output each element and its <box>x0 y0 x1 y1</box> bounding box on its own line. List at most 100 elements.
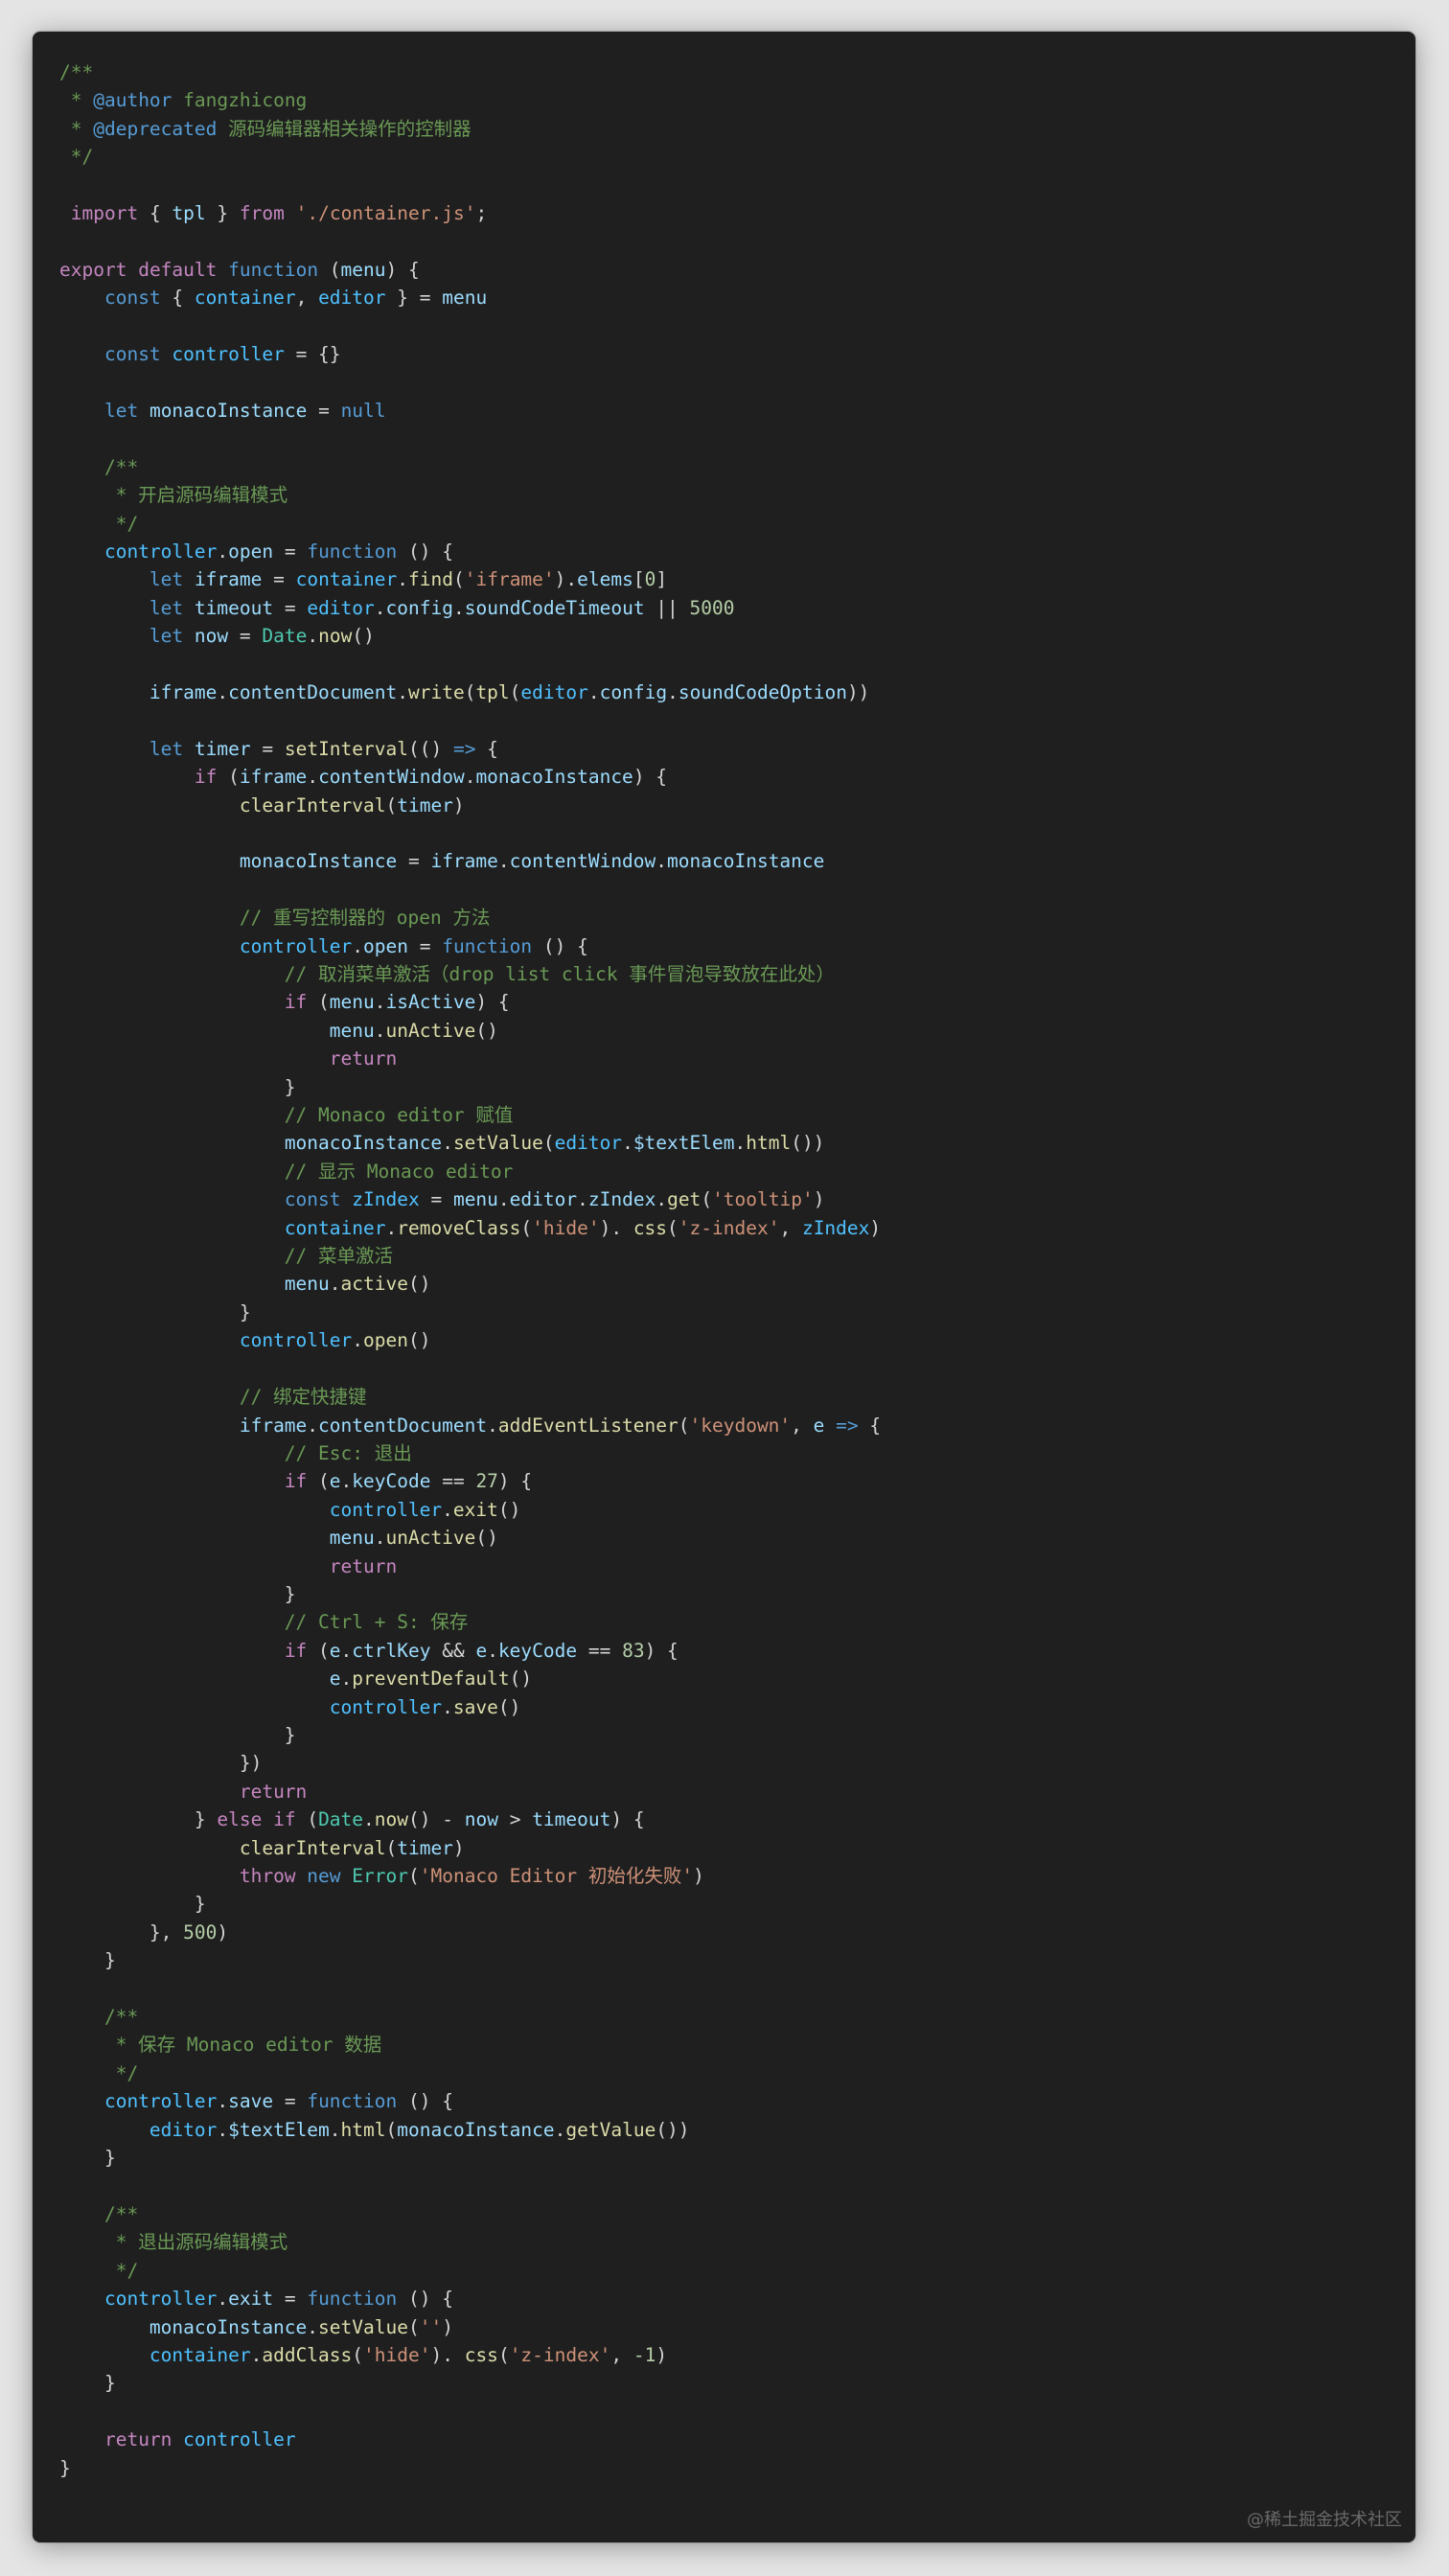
punctuation-token <box>59 625 150 647</box>
variable-token: timer <box>194 737 251 760</box>
punctuation-token: = <box>262 568 296 591</box>
comment-token: * <box>59 89 94 112</box>
comment-token: */ <box>59 146 94 169</box>
comment-token: /** <box>59 455 139 478</box>
comment-token: // Monaco editor 赋值 <box>59 1104 514 1127</box>
constant-token: zIndex <box>352 1188 420 1211</box>
punctuation-token <box>172 2428 183 2450</box>
punctuation-token: ) <box>869 1216 882 1239</box>
punctuation-token <box>59 1414 240 1437</box>
constant-token: controller <box>329 1498 443 1521</box>
variable-token: timer <box>397 794 453 816</box>
code-block[interactable]: /** * @author fangzhicong * @deprecated … <box>59 58 1389 2482</box>
punctuation-token <box>59 597 150 619</box>
code-line: /** <box>59 453 1389 481</box>
punctuation-token: ) <box>452 794 465 816</box>
punctuation-token <box>59 766 195 788</box>
punctuation-token: ) <box>813 1188 825 1211</box>
doc-tag-token: @deprecated <box>93 117 218 140</box>
code-line: } <box>59 1073 1389 1101</box>
punctuation-token: = <box>397 850 431 873</box>
punctuation-token: > <box>497 1808 533 1831</box>
code-line: controller.save() <box>59 1693 1389 1721</box>
punctuation-token: . <box>307 625 319 648</box>
storage-keyword-token: let <box>149 625 184 648</box>
variable-token: now <box>194 625 229 648</box>
comment-token: * 开启源码编辑模式 <box>59 484 288 507</box>
code-line: menu.active() <box>59 1270 1389 1298</box>
keyword-token: export <box>59 258 127 281</box>
function-token: addClass <box>262 2343 353 2366</box>
number-token: 500 <box>183 1920 218 1944</box>
punctuation-token <box>59 1837 240 1859</box>
variable-token: iframe <box>239 1414 308 1437</box>
string-token: 'z-index' <box>509 2343 611 2366</box>
code-line: throw new Error('Monaco Editor 初始化失败') <box>59 1862 1389 1890</box>
constant-token: controller <box>172 343 285 366</box>
storage-keyword-token: new <box>307 1865 341 1887</box>
punctuation-token: . <box>363 1808 375 1831</box>
number-token: 83 <box>622 1639 645 1662</box>
punctuation-token: (() <box>407 737 453 760</box>
punctuation-token <box>59 1217 285 1239</box>
punctuation-token: () - <box>408 1808 465 1831</box>
storage-keyword-token: function <box>228 258 319 281</box>
punctuation-token <box>59 850 240 872</box>
punctuation-token: . <box>464 766 476 789</box>
punctuation-token: . <box>374 596 386 619</box>
keyword-token: return <box>239 1780 308 1803</box>
variable-token: monacoInstance <box>475 766 633 789</box>
code-line: container.removeClass('hide'). css('z-in… <box>59 1214 1389 1242</box>
variable-token: iframe <box>149 680 218 703</box>
constant-token: container <box>149 2343 251 2366</box>
punctuation-token <box>59 681 150 703</box>
punctuation-token <box>59 1640 285 1662</box>
variable-token: soundCodeTimeout <box>464 596 645 619</box>
punctuation-token <box>824 1414 836 1437</box>
comment-token: // Esc: 退出 <box>59 1441 412 1464</box>
code-line: /** <box>59 2003 1389 2031</box>
punctuation-token <box>161 343 172 365</box>
code-line: } <box>59 1721 1389 1749</box>
storage-keyword-token: let <box>149 596 184 619</box>
code-line: import { tpl } from './container.js'; <box>59 199 1389 227</box>
punctuation-token <box>59 202 71 224</box>
code-line: if (iframe.contentWindow.monacoInstance)… <box>59 763 1389 791</box>
punctuation-token: () <box>475 1019 498 1042</box>
code-line: iframe.contentDocument.write(tpl(editor.… <box>59 678 1389 706</box>
punctuation-token: . <box>442 1498 453 1521</box>
punctuation-token: () <box>509 1668 533 1690</box>
variable-token: contentDocument <box>228 680 398 703</box>
punctuation-token: ( <box>295 1808 319 1831</box>
variable-token: timeout <box>194 596 274 619</box>
punctuation-token <box>262 1808 273 1830</box>
punctuation-token <box>217 259 228 281</box>
code-line: /** <box>59 58 1389 86</box>
variable-token: monacoInstance <box>239 850 398 873</box>
punctuation-token <box>285 202 296 224</box>
code-line: editor.$textElem.html(monacoInstance.get… <box>59 2116 1389 2144</box>
punctuation-token: ( <box>678 1414 690 1437</box>
punctuation-token <box>59 935 240 957</box>
code-line: e.preventDefault() <box>59 1665 1389 1692</box>
function-token: clearInterval <box>239 794 386 816</box>
punctuation-token: . <box>442 1695 453 1718</box>
punctuation-token <box>296 1865 308 1887</box>
comment-token: 源码编辑器相关操作的控制器 <box>217 117 472 140</box>
code-line: monacoInstance.setValue('') <box>59 2313 1389 2341</box>
number-token: 0 <box>644 568 656 591</box>
punctuation-token: ( <box>385 794 398 816</box>
punctuation-token: ( <box>464 680 476 703</box>
punctuation-token: = <box>419 1188 453 1211</box>
punctuation-token: ( <box>385 2118 398 2141</box>
punctuation-token <box>59 1499 330 1521</box>
punctuation-token <box>59 1470 285 1492</box>
code-line: let now = Date.now() <box>59 622 1389 650</box>
punctuation-token <box>59 1188 285 1210</box>
punctuation-token: . <box>340 1668 353 1690</box>
punctuation-token <box>59 991 285 1013</box>
comment-token: // 重写控制器的 open 方法 <box>59 907 491 930</box>
storage-keyword-token: let <box>149 737 184 760</box>
